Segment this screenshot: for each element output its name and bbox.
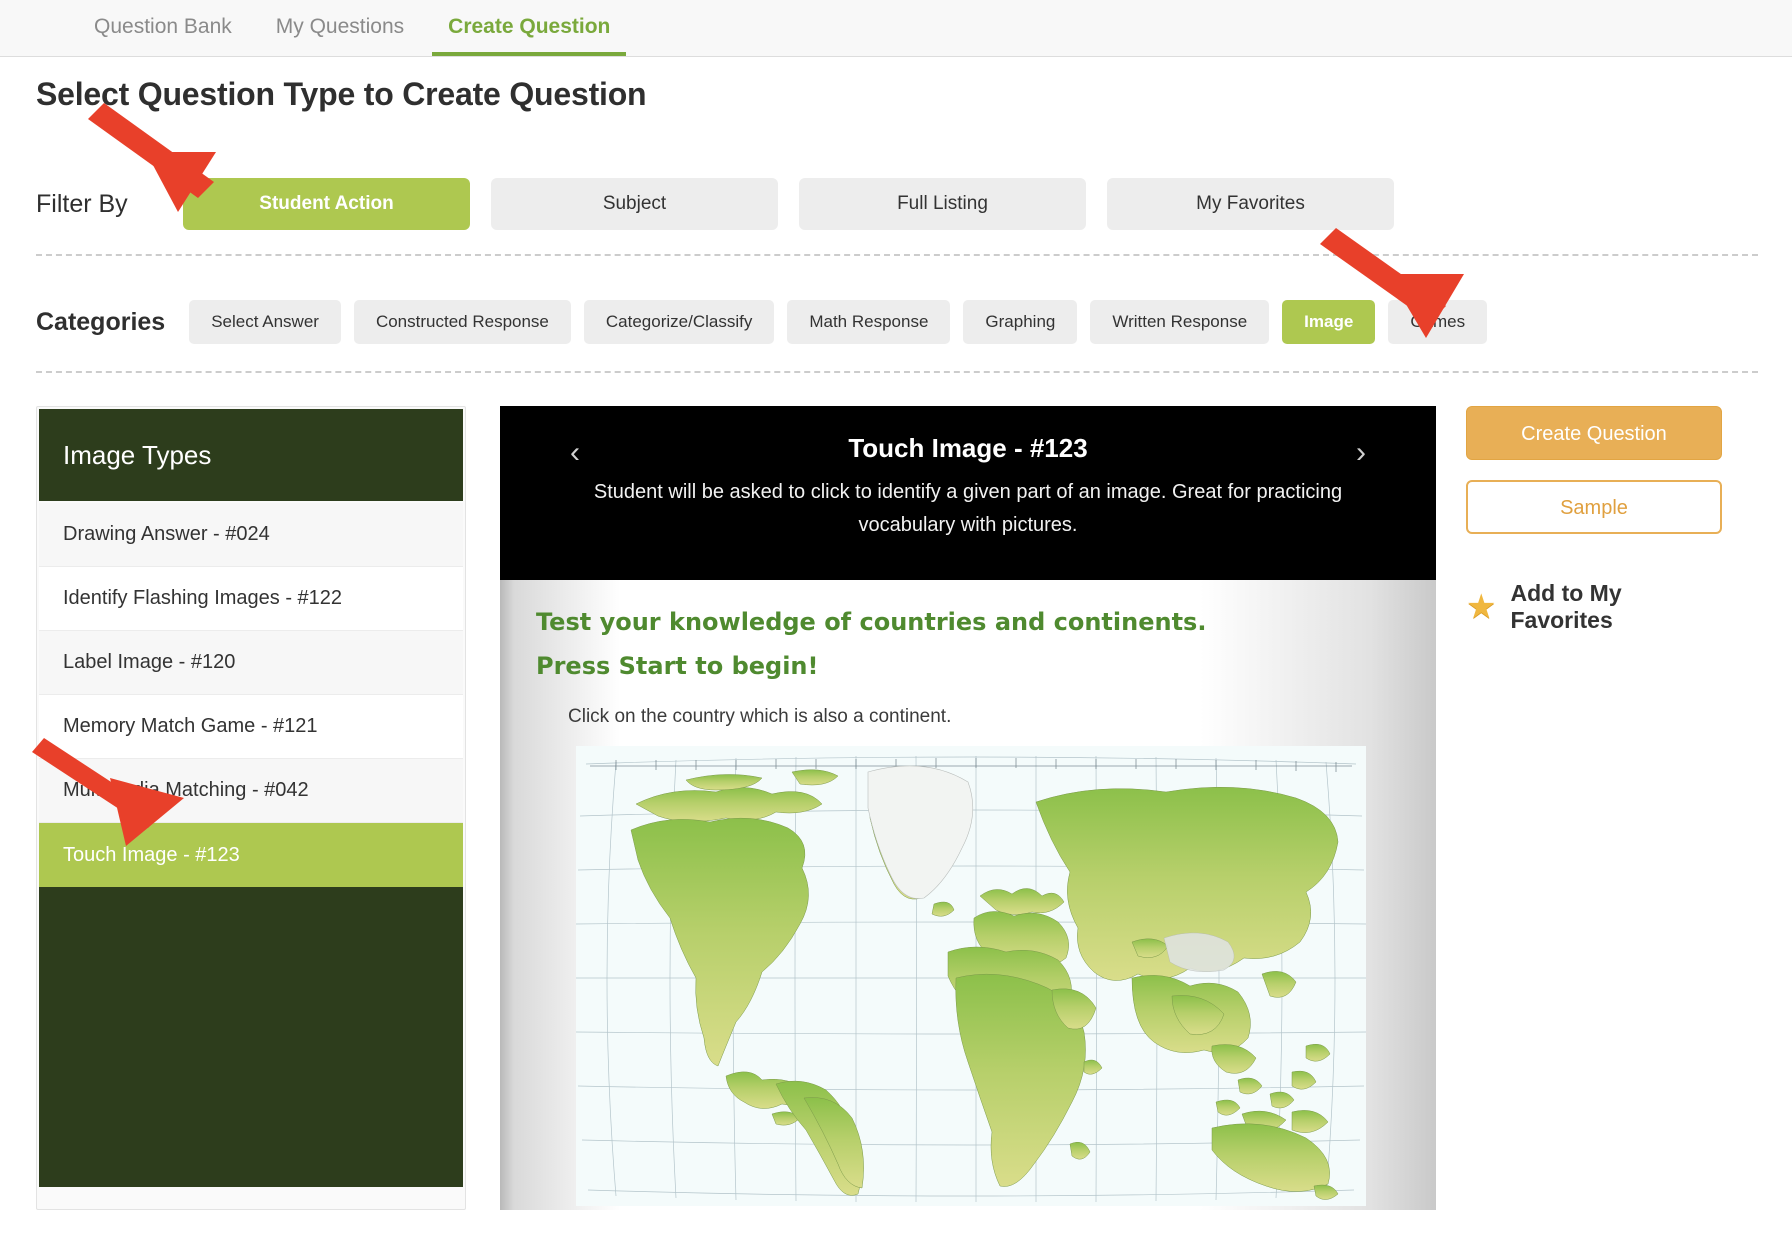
tab-create-question-label: Create Question: [448, 15, 611, 38]
category-written-response[interactable]: Written Response: [1090, 300, 1270, 344]
create-question-button[interactable]: Create Question: [1466, 406, 1722, 460]
category-written-response-label: Written Response: [1112, 312, 1248, 331]
sample-button-label: Sample: [1560, 497, 1628, 519]
category-graphing-label: Graphing: [985, 312, 1056, 331]
categories-row: Categories Select Answer Constructed Res…: [36, 300, 1500, 344]
question-preview-panel: ‹ › Touch Image - #123 Student will be a…: [500, 406, 1436, 1210]
sample-button[interactable]: Sample: [1466, 480, 1722, 534]
chevron-right-icon[interactable]: ›: [1344, 436, 1378, 470]
category-games[interactable]: Games: [1388, 300, 1488, 344]
sidebar-item-drawing-answer[interactable]: Drawing Answer - #024: [39, 503, 463, 567]
category-games-label: Games: [1410, 312, 1466, 331]
sidebar-item-touch-image[interactable]: Touch Image - #123: [39, 823, 463, 887]
category-math-response-label: Math Response: [809, 312, 929, 331]
category-categorize-classify-label: Categorize/Classify: [605, 312, 753, 331]
filter-student-action[interactable]: Student Action: [183, 178, 470, 230]
category-categorize-classify[interactable]: Categorize/Classify: [583, 300, 775, 344]
category-image-label: Image: [1304, 312, 1354, 331]
divider-bottom: [36, 371, 1758, 373]
slide-heading-1: Test your knowledge of countries and con…: [536, 608, 1207, 636]
sidebar-list: Drawing Answer - #024 Identify Flashing …: [37, 503, 465, 1187]
sidebar-item-multimedia-matching[interactable]: Multimedia Matching - #042: [39, 759, 463, 823]
category-image[interactable]: Image: [1282, 300, 1376, 344]
sidebar-item-label: Label Image - #120: [63, 651, 236, 673]
categories-label: Categories: [36, 307, 166, 336]
category-select-answer-label: Select Answer: [211, 312, 319, 331]
sidebar-item-label-image[interactable]: Label Image - #120: [39, 631, 463, 695]
tab-my-questions[interactable]: My Questions: [254, 0, 426, 56]
create-question-button-label: Create Question: [1521, 423, 1667, 445]
sidebar-item-label: Multimedia Matching - #042: [63, 779, 309, 801]
filter-by-label: Filter By: [36, 189, 128, 218]
sidebar-item-memory-match-game[interactable]: Memory Match Game - #121: [39, 695, 463, 759]
world-map-svg: [576, 746, 1366, 1206]
category-graphing[interactable]: Graphing: [963, 300, 1078, 344]
sidebar-item-label: Touch Image - #123: [63, 843, 240, 866]
sidebar-item-label: Memory Match Game - #121: [63, 715, 318, 737]
filter-my-favorites[interactable]: My Favorites: [1107, 178, 1394, 230]
filter-student-action-label: Student Action: [259, 193, 394, 214]
sidebar-filler: [39, 887, 463, 1187]
action-column: Create Question Sample ★ Add to My Favor…: [1466, 406, 1722, 634]
divider-top: [36, 254, 1758, 256]
world-map-image[interactable]: [576, 746, 1366, 1206]
tab-question-bank-label: Question Bank: [94, 15, 232, 38]
filter-full-listing[interactable]: Full Listing: [799, 178, 1086, 230]
preview-header: ‹ › Touch Image - #123 Student will be a…: [500, 406, 1436, 580]
filter-subject-label: Subject: [602, 193, 667, 214]
preview-title: Touch Image - #123: [848, 433, 1088, 463]
add-to-favorites-row[interactable]: ★ Add to My Favorites: [1466, 580, 1722, 634]
tab-my-questions-label: My Questions: [275, 15, 405, 38]
category-select-answer[interactable]: Select Answer: [189, 300, 341, 344]
sidebar-item-identify-flashing-images[interactable]: Identify Flashing Images - #122: [39, 567, 463, 631]
tab-question-bank[interactable]: Question Bank: [72, 0, 254, 56]
filter-by-row: Filter By Student Action Subject Full Li…: [36, 178, 1415, 230]
sidebar-header-label: Image Types: [63, 439, 212, 470]
category-constructed-response[interactable]: Constructed Response: [353, 300, 571, 344]
sidebar-item-label: Drawing Answer - #024: [63, 523, 270, 545]
app-page: Question Bank My Questions Create Questi…: [0, 0, 1792, 1234]
filter-my-favorites-label: My Favorites: [1196, 193, 1305, 214]
image-types-sidebar: Image Types Drawing Answer - #024 Identi…: [36, 406, 466, 1210]
preview-slide[interactable]: Test your knowledge of countries and con…: [500, 580, 1436, 1210]
slide-heading-2: Press Start to begin!: [536, 652, 819, 680]
primary-tabbar: Question Bank My Questions Create Questi…: [0, 0, 1792, 57]
preview-description: Student will be asked to click to identi…: [593, 481, 1343, 536]
add-to-favorites-label: Add to My Favorites: [1510, 580, 1622, 633]
star-icon: ★: [1466, 588, 1497, 626]
chevron-left-icon[interactable]: ‹: [558, 436, 592, 470]
filter-subject[interactable]: Subject: [491, 178, 778, 230]
category-math-response[interactable]: Math Response: [787, 300, 951, 344]
page-title: Select Question Type to Create Question: [36, 76, 647, 112]
sidebar-header: Image Types: [39, 409, 463, 501]
sidebar-item-label: Identify Flashing Images - #122: [63, 587, 343, 609]
category-constructed-response-label: Constructed Response: [375, 312, 549, 331]
filter-full-listing-label: Full Listing: [897, 193, 988, 214]
tab-create-question[interactable]: Create Question: [426, 0, 632, 56]
slide-instruction: Click on the country which is also a con…: [568, 706, 952, 727]
